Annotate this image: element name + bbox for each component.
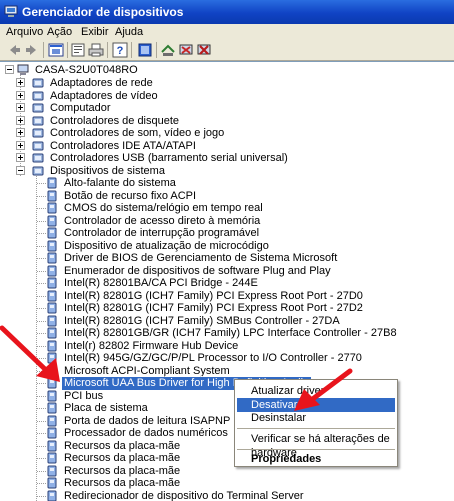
tree-connector — [37, 471, 46, 472]
menu-item-propriedades[interactable]: Propriedades — [237, 452, 395, 466]
collapse-toggle[interactable] — [5, 65, 14, 74]
system-device-icon — [46, 302, 58, 314]
system-device-icon — [46, 490, 58, 501]
help-icon[interactable]: ? — [112, 42, 128, 58]
floppy-controller-icon — [32, 115, 44, 127]
toolbar: ? — [0, 40, 454, 61]
tree-connector — [37, 283, 46, 284]
menu-separator — [237, 449, 395, 450]
menu-ajuda[interactable]: Ajuda — [113, 25, 145, 39]
menu-item-desinstalar[interactable]: Desinstalar — [237, 411, 395, 425]
update-driver-icon[interactable] — [160, 42, 176, 58]
title-bar[interactable]: Gerenciador de dispositivos — [0, 0, 454, 24]
tree-connector — [37, 308, 46, 309]
system-device-icon — [46, 402, 58, 414]
system-device-icon — [46, 477, 58, 489]
system-device-icon — [46, 390, 58, 402]
system-device-icon — [46, 190, 58, 202]
system-device-icon — [46, 240, 58, 252]
toolbar-separator — [67, 42, 68, 58]
window-title: Gerenciador de dispositivos — [22, 5, 183, 19]
disable-icon[interactable] — [178, 42, 194, 58]
tree-connector — [37, 408, 46, 409]
sound-icon — [32, 127, 44, 139]
system-device-icon — [46, 440, 58, 452]
up-icon[interactable] — [48, 42, 64, 58]
expand-toggle[interactable] — [16, 141, 25, 150]
tree-connector — [37, 321, 46, 322]
usb-icon — [32, 152, 44, 164]
system-device-icon — [46, 202, 58, 214]
system-device-icon — [46, 465, 58, 477]
back-icon[interactable] — [6, 42, 22, 58]
system-device-icon — [46, 252, 58, 264]
toolbar-separator — [156, 42, 157, 58]
tree-connector — [37, 183, 46, 184]
expand-toggle[interactable] — [16, 116, 25, 125]
system-device-icon — [46, 452, 58, 464]
toolbar-separator — [107, 42, 108, 58]
tree-connector — [37, 496, 46, 497]
system-device-icon — [46, 227, 58, 239]
tree-connector — [37, 208, 46, 209]
menu-separator — [237, 428, 395, 429]
system-device-icon — [46, 177, 58, 189]
tree-connector — [37, 196, 46, 197]
svg-text:?: ? — [117, 45, 124, 57]
print-icon[interactable] — [88, 42, 104, 58]
forward-icon[interactable] — [24, 42, 40, 58]
tree-connector — [37, 258, 46, 259]
ide-controller-icon — [32, 140, 44, 152]
expand-toggle[interactable] — [16, 103, 25, 112]
tree-connector — [37, 221, 46, 222]
expand-toggle[interactable] — [16, 91, 25, 100]
red-arrow-icon — [290, 367, 354, 413]
system-device-icon — [46, 215, 58, 227]
uninstall-icon[interactable] — [196, 42, 212, 58]
expand-toggle[interactable] — [16, 153, 25, 162]
system-device-icon — [46, 290, 58, 302]
tree-connector — [37, 246, 46, 247]
properties-icon[interactable] — [70, 42, 86, 58]
tree-connector — [37, 433, 46, 434]
tree-connector — [37, 483, 46, 484]
expand-toggle[interactable] — [16, 78, 25, 87]
menu-exibir[interactable]: Exibir — [79, 25, 111, 39]
system-device-icon — [46, 427, 58, 439]
menu-item-verificar-hardware[interactable]: Verificar se há alterações de hardware — [237, 432, 395, 446]
toolbar-separator — [131, 42, 132, 58]
device-manager-icon — [4, 4, 18, 18]
tree-connector — [37, 421, 46, 422]
system-device-icon — [46, 277, 58, 289]
system-device-icon — [46, 415, 58, 427]
system-devices-icon — [32, 165, 44, 177]
menu-arquivo[interactable]: Arquivo — [4, 25, 45, 39]
expand-toggle[interactable] — [16, 128, 25, 137]
tree-connector — [37, 396, 46, 397]
system-device-icon — [46, 265, 58, 277]
collapse-toggle[interactable] — [16, 166, 25, 175]
tree-connector — [37, 296, 46, 297]
computer-icon — [17, 64, 29, 76]
tree-connector — [37, 446, 46, 447]
device-tree[interactable]: CASA-S2U0T048RO Adaptadores de redeAdapt… — [0, 61, 454, 501]
scan-icon[interactable] — [137, 42, 153, 58]
menu-bar: Arquivo Ação Exibir Ajuda — [0, 24, 454, 41]
tree-connector — [37, 458, 46, 459]
display-adapter-icon — [32, 90, 44, 102]
tree-connector — [37, 233, 46, 234]
red-arrow-icon — [0, 324, 66, 384]
menu-acao[interactable]: Ação — [45, 25, 74, 39]
network-adapter-icon — [32, 77, 44, 89]
computer-icon — [32, 102, 44, 114]
tree-connector — [37, 271, 46, 272]
toolbar-separator — [43, 42, 44, 58]
